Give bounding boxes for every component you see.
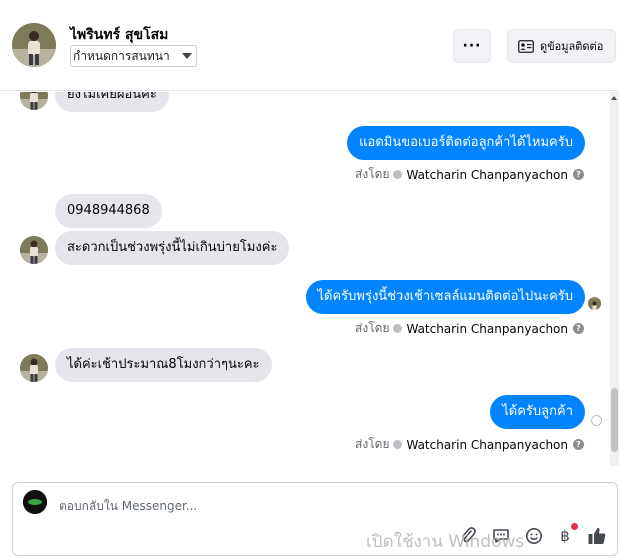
incoming-message[interactable]: สะดวกเป็นช่วงพรุ่งนี้ไม่เกินบ่ายโมงค่ะ	[55, 231, 290, 265]
sent-by-line: ส่งโดย Watcharin Chanpanyachon ?	[355, 435, 584, 454]
verified-icon	[393, 440, 403, 449]
sent-by-prefix: ส่งโดย	[355, 321, 390, 335]
like-icon[interactable]	[586, 525, 608, 547]
contact-name[interactable]: ไพรินทร์ สุขโสม	[70, 24, 168, 46]
sent-by-prefix: ส่งโดย	[355, 437, 390, 451]
topic-select-value: กำหนดการสนทนา	[73, 48, 170, 63]
more-icon: ···	[462, 38, 482, 54]
conversation-header: ไพรินทร์ สุขโสม กำหนดการสนทนา ··· ดูข้อม…	[0, 0, 619, 91]
incoming-message[interactable]: 0948944868	[55, 194, 162, 228]
scrollbar-thumb[interactable]	[611, 388, 618, 452]
page-avatar	[23, 490, 47, 514]
contact-card-icon	[518, 39, 534, 53]
help-icon[interactable]: ?	[573, 169, 584, 180]
outgoing-message[interactable]: ได้ครับพรุ่งนี้ช่วงเช้าเซลล์แมนติดต่อไปน…	[305, 280, 585, 314]
message-thread: ยังไม่เคยผ่อนค่ะ แอดมินขอเบอร์ติดต่อลูกค…	[0, 92, 610, 466]
more-options-button[interactable]: ···	[453, 29, 491, 63]
sent-status-icon	[591, 415, 602, 426]
verified-icon	[393, 170, 403, 179]
sent-by-line: ส่งโดย Watcharin Chanpanyachon ?	[355, 165, 584, 184]
seen-avatar	[588, 297, 601, 310]
outgoing-message[interactable]: ได้ครับลูกค้า	[490, 395, 585, 429]
sender-avatar	[20, 354, 48, 382]
reply-input[interactable]	[59, 497, 359, 515]
conversation-topic-select[interactable]: กำหนดการสนทนา	[70, 45, 197, 67]
sent-by-name[interactable]: Watcharin Chanpanyachon	[406, 168, 568, 182]
notification-dot	[571, 523, 578, 530]
windows-activation-watermark: เปิดใช้งาน Windows	[366, 532, 525, 552]
help-icon[interactable]: ?	[573, 439, 584, 450]
outgoing-message[interactable]: แอดมินขอเบอร์ติดต่อลูกค้าได้ไหมครับ	[347, 126, 585, 160]
sender-avatar	[20, 236, 48, 264]
view-contact-info-button[interactable]: ดูข้อมูลติดต่อ	[507, 29, 616, 63]
caret-down-icon	[182, 53, 192, 59]
contact-avatar[interactable]	[12, 23, 56, 67]
sent-by-line: ส่งโดย Watcharin Chanpanyachon ?	[355, 319, 584, 338]
help-icon[interactable]: ?	[573, 323, 584, 334]
sent-by-name[interactable]: Watcharin Chanpanyachon	[406, 438, 568, 452]
thread-scrollbar[interactable]	[610, 92, 619, 466]
incoming-message[interactable]: ได้ค่ะเช้าประมาณ8โมงกว่าๆนะคะ	[55, 348, 272, 382]
verified-icon	[393, 324, 403, 333]
sender-avatar	[20, 92, 48, 110]
sent-by-prefix: ส่งโดย	[355, 167, 390, 181]
emoji-icon[interactable]	[523, 525, 545, 547]
incoming-message[interactable]: ยังไม่เคยผ่อนค่ะ	[55, 92, 169, 112]
reply-composer: ฿	[12, 482, 618, 556]
sent-by-name[interactable]: Watcharin Chanpanyachon	[406, 322, 568, 336]
view-contact-info-label: ดูข้อมูลติดต่อ	[540, 40, 604, 53]
scroll-up-arrow-icon[interactable]	[611, 96, 617, 100]
